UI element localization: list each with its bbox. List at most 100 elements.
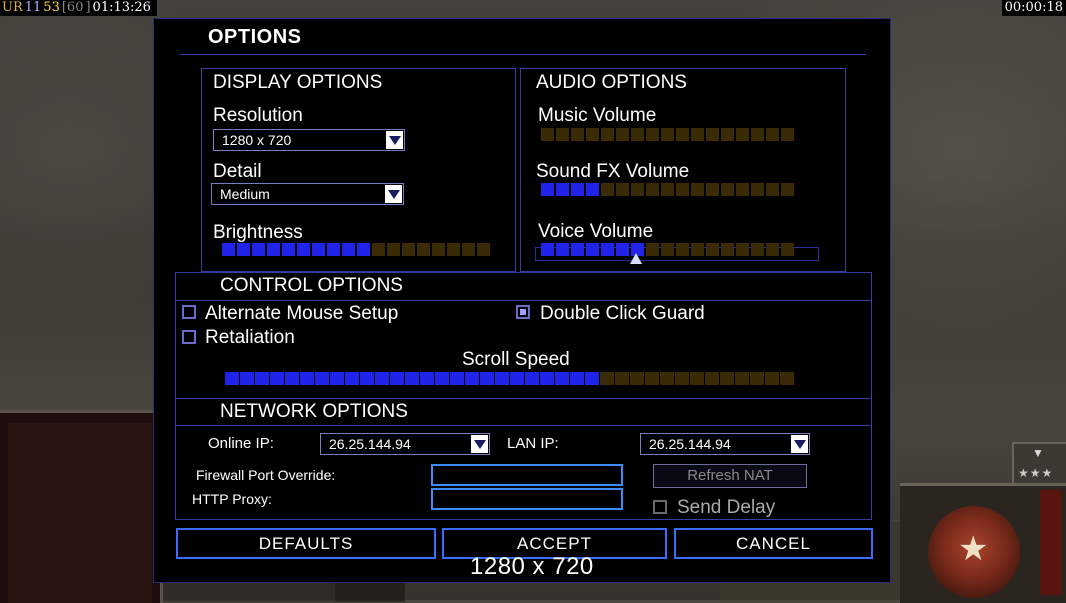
slider-segment[interactable]: [556, 243, 569, 256]
slider-thumb-icon[interactable]: [630, 253, 642, 264]
slider-segment[interactable]: [766, 183, 779, 196]
slider-segment[interactable]: [571, 128, 584, 141]
slider-segment[interactable]: [601, 128, 614, 141]
slider-segment[interactable]: [585, 372, 599, 385]
sound-fx-volume-slider[interactable]: [541, 183, 794, 197]
slider-segment[interactable]: [541, 183, 554, 196]
slider-segment[interactable]: [571, 243, 584, 256]
chevron-down-icon[interactable]: [386, 131, 403, 149]
slider-segment[interactable]: [357, 243, 370, 256]
rank-box[interactable]: ▼ ★★★: [1012, 442, 1066, 488]
slider-segment[interactable]: [721, 183, 734, 196]
slider-segment[interactable]: [345, 372, 359, 385]
slider-segment[interactable]: [736, 183, 749, 196]
slider-segment[interactable]: [255, 372, 269, 385]
slider-segment[interactable]: [676, 128, 689, 141]
refresh-nat-button[interactable]: Refresh NAT: [653, 464, 807, 488]
chevron-down-icon[interactable]: [471, 435, 488, 453]
slider-segment[interactable]: [615, 372, 629, 385]
slider-segment[interactable]: [750, 372, 764, 385]
slider-segment[interactable]: [432, 243, 445, 256]
slider-segment[interactable]: [646, 128, 659, 141]
slider-segment[interactable]: [447, 243, 460, 256]
slider-segment[interactable]: [781, 128, 794, 141]
slider-segment[interactable]: [691, 128, 704, 141]
slider-segment[interactable]: [477, 243, 490, 256]
slider-segment[interactable]: [237, 243, 250, 256]
slider-segment[interactable]: [660, 372, 674, 385]
chevron-down-icon[interactable]: ▼: [1032, 446, 1044, 460]
chevron-down-icon[interactable]: [385, 185, 402, 203]
slider-segment[interactable]: [691, 243, 704, 256]
slider-segment[interactable]: [751, 128, 764, 141]
firewall-port-input[interactable]: [431, 464, 623, 486]
slider-segment[interactable]: [751, 183, 764, 196]
slider-segment[interactable]: [601, 243, 614, 256]
slider-segment[interactable]: [690, 372, 704, 385]
slider-segment[interactable]: [705, 372, 719, 385]
cancel-button[interactable]: CANCEL: [674, 528, 873, 559]
slider-segment[interactable]: [600, 372, 614, 385]
slider-segment[interactable]: [616, 183, 629, 196]
slider-segment[interactable]: [630, 372, 644, 385]
slider-segment[interactable]: [342, 243, 355, 256]
slider-segment[interactable]: [252, 243, 265, 256]
slider-segment[interactable]: [721, 243, 734, 256]
resolution-dropdown[interactable]: 1280 x 720: [213, 129, 405, 151]
slider-segment[interactable]: [661, 128, 674, 141]
slider-segment[interactable]: [462, 243, 475, 256]
slider-segment[interactable]: [571, 183, 584, 196]
slider-segment[interactable]: [375, 372, 389, 385]
slider-segment[interactable]: [601, 183, 614, 196]
slider-segment[interactable]: [720, 372, 734, 385]
slider-segment[interactable]: [631, 183, 644, 196]
slider-segment[interactable]: [282, 243, 295, 256]
slider-segment[interactable]: [330, 372, 344, 385]
slider-segment[interactable]: [285, 372, 299, 385]
detail-dropdown[interactable]: Medium: [211, 183, 404, 205]
slider-segment[interactable]: [616, 128, 629, 141]
slider-segment[interactable]: [297, 243, 310, 256]
slider-segment[interactable]: [510, 372, 524, 385]
slider-segment[interactable]: [645, 372, 659, 385]
slider-segment[interactable]: [661, 183, 674, 196]
voice-volume-slider[interactable]: [541, 243, 794, 257]
slider-segment[interactable]: [225, 372, 239, 385]
slider-segment[interactable]: [372, 243, 385, 256]
slider-segment[interactable]: [631, 128, 644, 141]
slider-segment[interactable]: [736, 128, 749, 141]
slider-segment[interactable]: [556, 128, 569, 141]
slider-segment[interactable]: [402, 243, 415, 256]
slider-segment[interactable]: [646, 243, 659, 256]
slider-segment[interactable]: [751, 243, 764, 256]
chevron-down-icon[interactable]: [791, 435, 808, 453]
slider-segment[interactable]: [570, 372, 584, 385]
slider-segment[interactable]: [781, 183, 794, 196]
slider-segment[interactable]: [676, 243, 689, 256]
slider-segment[interactable]: [780, 372, 794, 385]
slider-segment[interactable]: [661, 243, 674, 256]
online-ip-dropdown[interactable]: 26.25.144.94: [320, 433, 490, 455]
slider-segment[interactable]: [541, 128, 554, 141]
slider-segment[interactable]: [691, 183, 704, 196]
slider-segment[interactable]: [300, 372, 314, 385]
slider-segment[interactable]: [360, 372, 374, 385]
http-proxy-input[interactable]: [431, 488, 623, 510]
lan-ip-dropdown[interactable]: 26.25.144.94: [640, 433, 810, 455]
slider-segment[interactable]: [450, 372, 464, 385]
slider-segment[interactable]: [721, 128, 734, 141]
slider-segment[interactable]: [270, 372, 284, 385]
brightness-slider[interactable]: [222, 243, 490, 257]
send-delay-checkbox[interactable]: [653, 500, 667, 514]
slider-segment[interactable]: [327, 243, 340, 256]
slider-segment[interactable]: [706, 183, 719, 196]
slider-segment[interactable]: [586, 128, 599, 141]
slider-segment[interactable]: [706, 128, 719, 141]
slider-segment[interactable]: [480, 372, 494, 385]
slider-segment[interactable]: [616, 243, 629, 256]
slider-segment[interactable]: [405, 372, 419, 385]
retaliation-checkbox[interactable]: [182, 330, 196, 344]
slider-segment[interactable]: [646, 183, 659, 196]
slider-segment[interactable]: [540, 372, 554, 385]
slider-segment[interactable]: [735, 372, 749, 385]
